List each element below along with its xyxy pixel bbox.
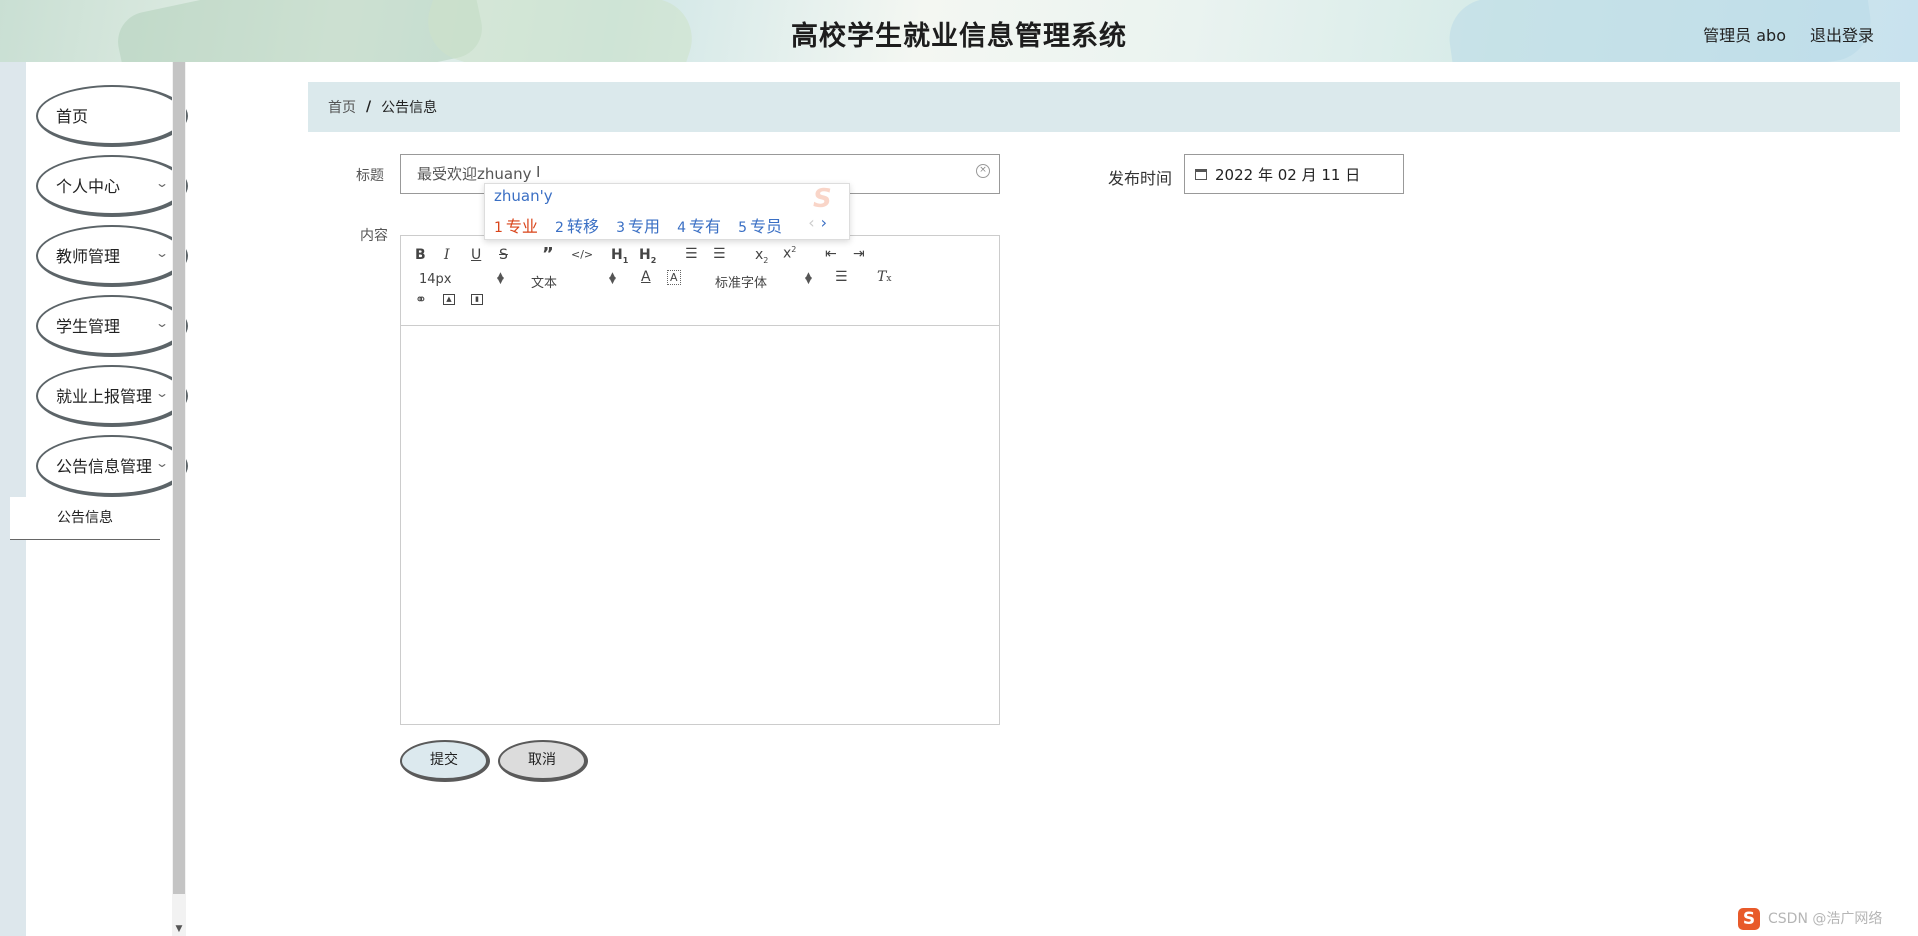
editor-content-area[interactable] (401, 326, 999, 724)
sidebar-item-label: 学生管理 (56, 317, 121, 336)
sogou-logo-icon[interactable]: S (1738, 908, 1760, 930)
ime-candidate-popup: zhuan'y S 1 专业 2 转移 3 专用 4 专有 5 专员 ‹ › (484, 183, 850, 240)
heading1-icon[interactable]: H1 (611, 247, 628, 265)
select-arrows-icon: ▲ ▼ (497, 271, 504, 286)
ime-candidate[interactable]: 3 专用 (616, 217, 660, 236)
ime-next-icon[interactable]: › (821, 213, 827, 232)
title-label: 标题 (356, 168, 384, 184)
breadcrumb: 首页 / 公告信息 (308, 82, 1900, 132)
ime-candidate[interactable]: 1 专业 (494, 217, 538, 236)
video-icon[interactable]: ▮ (471, 294, 483, 305)
breadcrumb-home[interactable]: 首页 (328, 97, 356, 117)
sidebar-item-employment-report[interactable]: 就业上报管理 ⌄ (36, 365, 188, 427)
italic-icon[interactable]: I (444, 247, 450, 263)
watermark: CSDN @浩广网络 (1768, 911, 1883, 927)
submenu-item-announcements[interactable]: 公告信息 (10, 497, 160, 540)
background-color-icon[interactable]: A (667, 270, 681, 285)
font-family-select[interactable]: 标准字体 ▲ ▼ (715, 271, 812, 292)
image-icon[interactable]: ▲ (443, 294, 455, 305)
app-title: 高校学生就业信息管理系统 (791, 21, 1127, 52)
select-arrows-icon: ▲ ▼ (805, 271, 812, 286)
chevron-down-icon: ⌄ (154, 386, 170, 400)
editor-toolbar: B I U S ” </> H1 H2 ☰ ☰ x2 x2 ⇤ ⇥ 14px ▲… (401, 236, 999, 326)
content-label: 内容 (360, 228, 388, 244)
sidebar-item-label: 个人中心 (56, 177, 121, 196)
indent-icon[interactable]: ⇥ (853, 246, 865, 262)
clear-icon[interactable]: × (976, 164, 990, 178)
chevron-down-icon: ⌄ (154, 316, 170, 330)
select-arrows-icon: ▲ ▼ (609, 271, 616, 286)
ime-prev-icon[interactable]: ‹ (808, 213, 814, 232)
chevron-down-icon: ⌄ (154, 456, 170, 470)
submit-button[interactable]: 提交 (400, 740, 490, 782)
sidebar-item-label: 就业上报管理 (56, 387, 153, 406)
breadcrumb-current: 公告信息 (381, 100, 438, 116)
breadcrumb-separator: / (366, 99, 372, 115)
ime-candidate[interactable]: 2 转移 (555, 217, 599, 236)
bold-icon[interactable]: B (415, 247, 426, 263)
ime-pager: ‹ › (808, 213, 827, 232)
text-cursor-icon: I (536, 163, 541, 181)
calendar-icon (1195, 168, 1207, 180)
sidebar-item-label: 教师管理 (56, 247, 121, 266)
font-size-select[interactable]: 14px ▲ ▼ (419, 271, 504, 288)
publish-time-label: 发布时间 (1108, 169, 1173, 188)
publish-date-value: 2022 年 02 月 11 日 (1215, 165, 1361, 184)
logout-link[interactable]: 退出登录 (1810, 22, 1874, 46)
chevron-down-icon: ⌄ (154, 246, 170, 260)
ime-pinyin: zhuan'y (494, 187, 553, 205)
rich-text-editor: B I U S ” </> H1 H2 ☰ ☰ x2 x2 ⇤ ⇥ 14px ▲… (400, 235, 1000, 725)
sidebar-item-home[interactable]: 首页 (36, 85, 188, 147)
sidebar-item-student-management[interactable]: 学生管理 ⌄ (36, 295, 188, 357)
sidebar-item-teacher-management[interactable]: 教师管理 ⌄ (36, 225, 188, 287)
align-icon[interactable]: ☰ (835, 269, 848, 285)
bullet-list-icon[interactable]: ☰ (713, 246, 726, 262)
scrollbar-thumb[interactable] (173, 62, 185, 894)
heading2-icon[interactable]: H2 (639, 247, 656, 265)
chevron-down-icon: ⌄ (154, 176, 170, 190)
code-block-icon[interactable]: </> (571, 248, 593, 261)
sidebar-item-label: 公告信息管理 (56, 457, 153, 476)
strikethrough-icon[interactable]: S (499, 247, 508, 263)
cancel-button[interactable]: 取消 (498, 740, 588, 782)
outdent-icon[interactable]: ⇤ (825, 246, 837, 262)
ime-candidate[interactable]: 4 专有 (677, 217, 721, 236)
underline-icon[interactable]: U (471, 247, 481, 263)
ime-tray: S (1738, 906, 1764, 932)
link-icon[interactable]: ⚭ (415, 292, 427, 308)
publish-date-picker[interactable]: 2022 年 02 月 11 日 (1184, 154, 1404, 194)
ime-candidate[interactable]: 5 专员 (738, 217, 782, 236)
ordered-list-icon[interactable]: ☰ (685, 246, 698, 262)
clear-format-icon[interactable]: Tx (877, 269, 891, 285)
blockquote-icon[interactable]: ” (542, 244, 554, 265)
sidebar-item-label: 首页 (56, 107, 89, 126)
scroll-down-arrow-icon[interactable]: ▼ (172, 922, 186, 936)
top-header: 高校学生就业信息管理系统 管理员 abo 退出登录 (0, 0, 1918, 62)
current-user: 管理员 abo (1703, 26, 1786, 45)
sogou-logo-icon: S (813, 184, 832, 214)
ime-candidates: 1 专业 2 转移 3 专用 4 专有 5 专员 (494, 213, 794, 237)
subscript-icon[interactable]: x2 (755, 247, 768, 265)
sidebar-item-announcement-management[interactable]: 公告信息管理 ⌄ (36, 435, 188, 497)
sidebar-item-personal-center[interactable]: 个人中心 ⌄ (36, 155, 188, 217)
superscript-icon[interactable]: x2 (783, 245, 796, 262)
font-color-icon[interactable]: A (641, 269, 651, 285)
block-type-select[interactable]: 文本 ▲ ▼ (531, 271, 616, 292)
